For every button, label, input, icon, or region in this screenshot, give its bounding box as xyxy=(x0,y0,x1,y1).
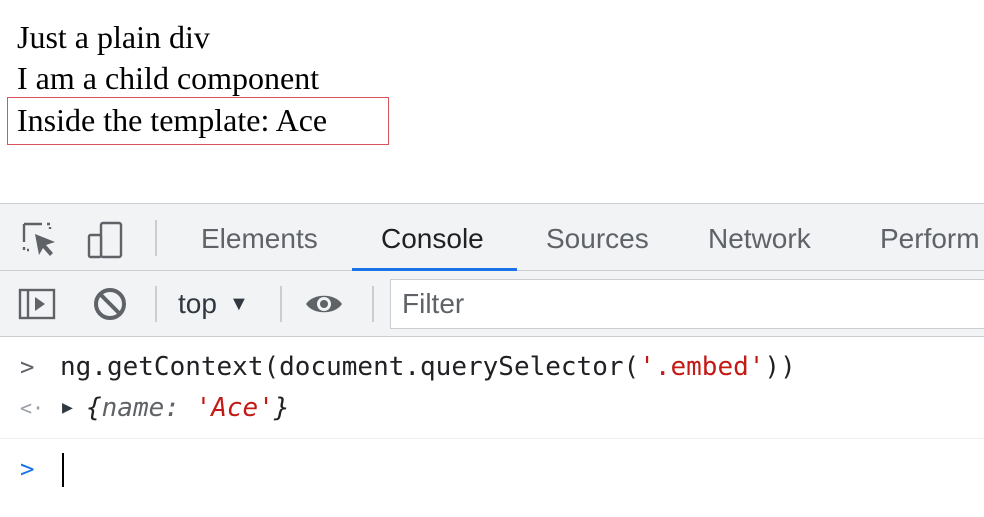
console-output: > ng.getContext(document.querySelector('… xyxy=(0,337,984,517)
result-object[interactable]: {name: 'Ace'} xyxy=(86,388,290,428)
result-arrow-icon: <· xyxy=(20,396,45,420)
expand-triangle-icon[interactable]: ▶ xyxy=(62,388,73,428)
input-prompt-icon: > xyxy=(20,353,35,381)
tab-elements[interactable]: Elements xyxy=(201,204,318,270)
toolbar-divider xyxy=(372,286,374,322)
toolbar-divider xyxy=(155,286,157,322)
execution-context-select[interactable]: top ▼ xyxy=(178,284,249,324)
console-input-row: > ng.getContext(document.querySelector('… xyxy=(0,347,984,387)
command-closing: )) xyxy=(764,352,796,382)
device-toolbar-icon[interactable] xyxy=(86,220,126,260)
rendered-page: Just a plain div I am a child component … xyxy=(0,0,984,203)
command-text: ng.getContext(document.querySelector( xyxy=(60,352,640,382)
devtools-tabbar: Elements Console Sources Network Perform xyxy=(0,203,984,271)
dropdown-arrow-icon: ▼ xyxy=(228,293,249,315)
tab-sources[interactable]: Sources xyxy=(546,204,649,270)
plain-div-text: Just a plain div xyxy=(17,19,210,55)
show-console-sidebar-icon[interactable] xyxy=(17,284,57,324)
command-string-arg: '.embed' xyxy=(639,352,765,382)
console-command[interactable]: ng.getContext(document.querySelector('.e… xyxy=(60,347,796,387)
devtools-panel: Elements Console Sources Network Perform… xyxy=(0,203,984,517)
console-prompt-row[interactable]: > xyxy=(0,449,984,489)
live-expression-eye-icon[interactable] xyxy=(304,284,344,324)
console-toolbar: top ▼ xyxy=(0,271,984,337)
tab-performance[interactable]: Perform xyxy=(880,204,980,270)
embedded-template-highlight: Inside the template: Ace xyxy=(7,97,389,145)
object-key: name: xyxy=(101,393,180,423)
child-component-text: I am a child component xyxy=(17,60,320,96)
tab-network[interactable]: Network xyxy=(708,204,811,270)
console-filter-input[interactable] xyxy=(390,279,984,329)
toolbar-divider xyxy=(280,286,282,322)
active-prompt-icon: > xyxy=(20,455,35,483)
object-close-brace: } xyxy=(273,393,290,423)
toolbar-divider xyxy=(155,220,157,256)
execution-context-value: top xyxy=(178,288,217,319)
console-result-row: <· ▶ {name: 'Ace'} xyxy=(0,388,984,439)
text-caret xyxy=(62,453,64,487)
tab-console[interactable]: Console xyxy=(381,204,484,270)
object-value: 'Ace' xyxy=(195,393,274,423)
inspect-element-icon[interactable] xyxy=(20,220,60,260)
object-open-brace: { xyxy=(86,393,102,423)
clear-console-icon[interactable] xyxy=(90,284,130,324)
